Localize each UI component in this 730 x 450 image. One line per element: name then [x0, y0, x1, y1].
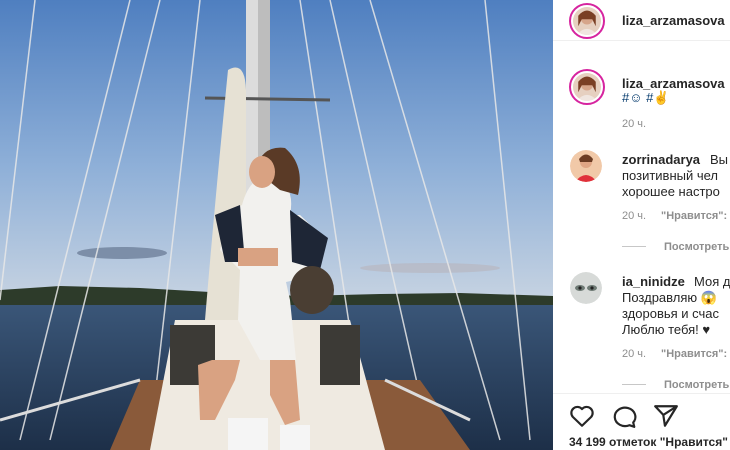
comment-text-line: позитивный чел: [622, 168, 719, 183]
comment-icon[interactable]: [611, 404, 637, 428]
post-header: liza_arzamasova: [553, 0, 730, 41]
likes-count[interactable]: 34 199 отметок "Нравится": [569, 435, 728, 449]
comment-text-line: хорошее настро: [622, 184, 720, 199]
view-replies-link[interactable]: Посмотреть: [664, 241, 729, 253]
replies-divider: [622, 246, 646, 247]
replies-divider: [622, 384, 646, 385]
post-actions: 34 199 отметок "Нравится": [553, 393, 730, 450]
comment-text-line: здоровья и счас: [622, 306, 720, 321]
comment-author[interactable]: zorrinadarya: [622, 152, 700, 167]
view-replies-link[interactable]: Посмотреть: [664, 379, 729, 391]
comment-like-count[interactable]: "Нравится": 2: [661, 348, 730, 360]
comment-text-line: Поздравляю 😱: [622, 290, 717, 305]
avatar[interactable]: [569, 3, 605, 39]
caption-author[interactable]: liza_arzamasova: [622, 76, 725, 91]
comment-avatar[interactable]: [570, 272, 602, 304]
caption-time[interactable]: 20 ч.: [622, 118, 646, 130]
post-photo[interactable]: [0, 0, 553, 450]
comment-text-line: Моя д: [694, 274, 730, 289]
comment-like-count[interactable]: "Нравится": 3: [661, 210, 730, 222]
caption-text[interactable]: #☺ #✌: [622, 90, 670, 106]
comment-avatar[interactable]: [570, 150, 602, 182]
comment-like-label[interactable]: "Нравится": 2: [661, 348, 730, 360]
comment-time[interactable]: 20 ч.: [622, 210, 646, 222]
view-replies-label[interactable]: Посмотреть: [664, 241, 729, 253]
post-sidebar: liza_arzamasova liza_arzamasova #☺ #✌ 20…: [553, 0, 730, 450]
caption-avatar[interactable]: [569, 69, 605, 105]
comment-time[interactable]: 20 ч.: [622, 348, 646, 360]
likes-count-text[interactable]: 34 199 отметок "Нравится": [569, 435, 728, 449]
comment-text-line: Люблю тебя! ♥: [622, 322, 711, 337]
header-username[interactable]: liza_arzamasova: [622, 13, 725, 28]
paper-plane-icon[interactable]: [653, 404, 679, 428]
comment-author[interactable]: ia_ninidze: [622, 274, 685, 289]
heart-icon[interactable]: [569, 404, 595, 428]
view-replies-label[interactable]: Посмотреть: [664, 379, 729, 391]
sailboat-photo: [0, 0, 553, 450]
comment-text-line: Вы: [710, 152, 729, 167]
comment-like-label[interactable]: "Нравится": 3: [661, 210, 730, 222]
